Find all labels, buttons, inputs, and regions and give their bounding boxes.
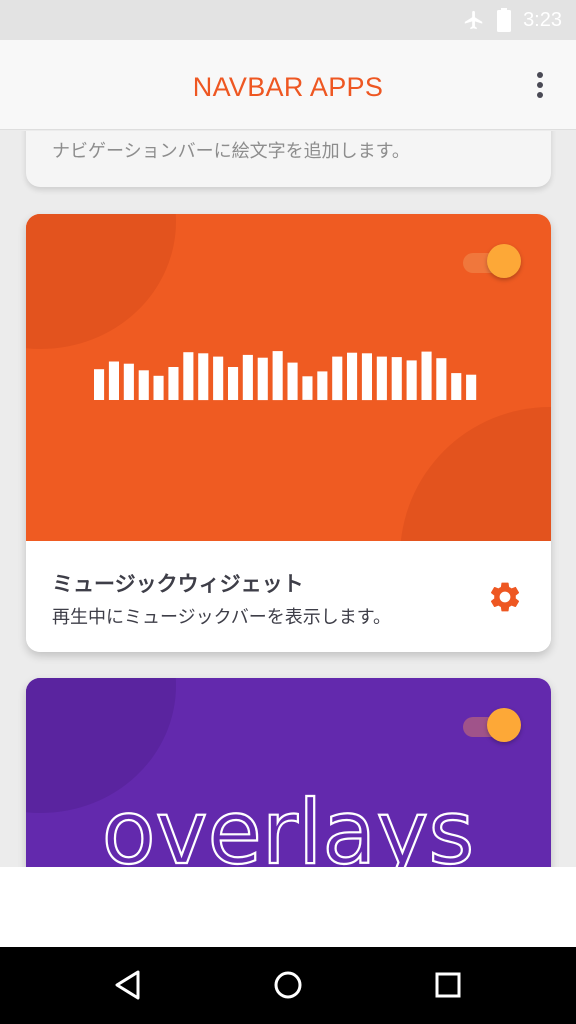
visualizer-bar xyxy=(302,376,313,400)
visualizer-bar xyxy=(317,371,328,400)
app-title: NAVBAR APPS xyxy=(192,72,384,102)
visualizer-bar xyxy=(376,356,387,401)
menu-dot xyxy=(537,72,543,78)
visualizer-bar xyxy=(257,357,268,401)
visualizer-bar xyxy=(228,367,239,400)
visualizer-bar xyxy=(198,353,209,401)
visualizer-bar xyxy=(123,363,134,400)
recents-icon[interactable] xyxy=(428,965,468,1005)
emoji-card[interactable]: ナビゲーションバーに絵文字を追加します。 xyxy=(26,131,551,187)
status-icons: 3:23 xyxy=(463,0,562,40)
system-nav-bar xyxy=(0,947,576,1024)
overlays-card[interactable]: overlays xyxy=(26,678,551,867)
battery-icon xyxy=(497,8,512,32)
overlays-logo: overlays xyxy=(101,780,476,867)
visualizer-bar xyxy=(272,351,283,401)
airplane-mode-icon xyxy=(463,9,485,31)
visualizer-bar xyxy=(242,354,253,400)
visualizer-bar xyxy=(421,351,432,400)
music-widget-card[interactable]: ミュージックウィジェット 再生中にミュージックバーを表示します。 xyxy=(26,214,551,652)
visualizer-bar xyxy=(153,375,164,400)
overlays-toggle[interactable] xyxy=(463,708,521,742)
home-icon[interactable] xyxy=(268,965,308,1005)
music-widget-title: ミュージックウィジェット xyxy=(52,572,304,596)
menu-dot xyxy=(537,82,543,88)
visualizer-bar xyxy=(183,352,194,401)
app-bar: NAVBAR APPS xyxy=(0,40,576,130)
status-bar: 3:23 xyxy=(0,0,576,40)
music-widget-toggle[interactable] xyxy=(463,244,521,278)
back-icon[interactable] xyxy=(108,965,148,1005)
emoji-card-subtitle: ナビゲーションバーに絵文字を追加します。 xyxy=(52,141,410,162)
music-widget-footer: ミュージックウィジェット 再生中にミュージックバーを表示します。 xyxy=(26,541,551,652)
gear-icon[interactable] xyxy=(487,579,523,615)
toggle-thumb xyxy=(487,708,521,742)
visualizer-bar xyxy=(436,358,447,400)
visualizer-bar xyxy=(451,373,462,400)
visualizer-bar xyxy=(138,370,149,400)
visualizer-bar xyxy=(347,352,358,400)
visualizer-bar xyxy=(94,369,105,400)
overlays-logo-text: overlays xyxy=(102,781,475,867)
app-list[interactable]: ナビゲーションバーに絵文字を追加します。 ミュージックウィジェット 再生中にミュ… xyxy=(0,131,576,867)
visualizer-bar xyxy=(168,367,179,400)
visualizer-bar xyxy=(108,361,119,400)
visualizer-bar xyxy=(361,353,372,401)
visualizer-bar xyxy=(287,362,298,400)
status-time: 3:23 xyxy=(523,8,562,31)
visualizer-bar xyxy=(406,360,417,400)
visualizer-bar xyxy=(332,356,343,401)
visualizer-bar xyxy=(213,356,224,401)
more-vert-icon[interactable] xyxy=(534,70,546,100)
overlays-banner: overlays xyxy=(26,678,551,867)
music-widget-banner xyxy=(26,214,551,541)
visualizer-bar xyxy=(466,374,477,400)
menu-dot xyxy=(537,92,543,98)
bottom-area xyxy=(0,867,576,947)
visualizer-bar xyxy=(391,357,402,400)
music-widget-subtitle: 再生中にミュージックバーを表示します。 xyxy=(52,607,391,628)
toggle-thumb xyxy=(487,244,521,278)
